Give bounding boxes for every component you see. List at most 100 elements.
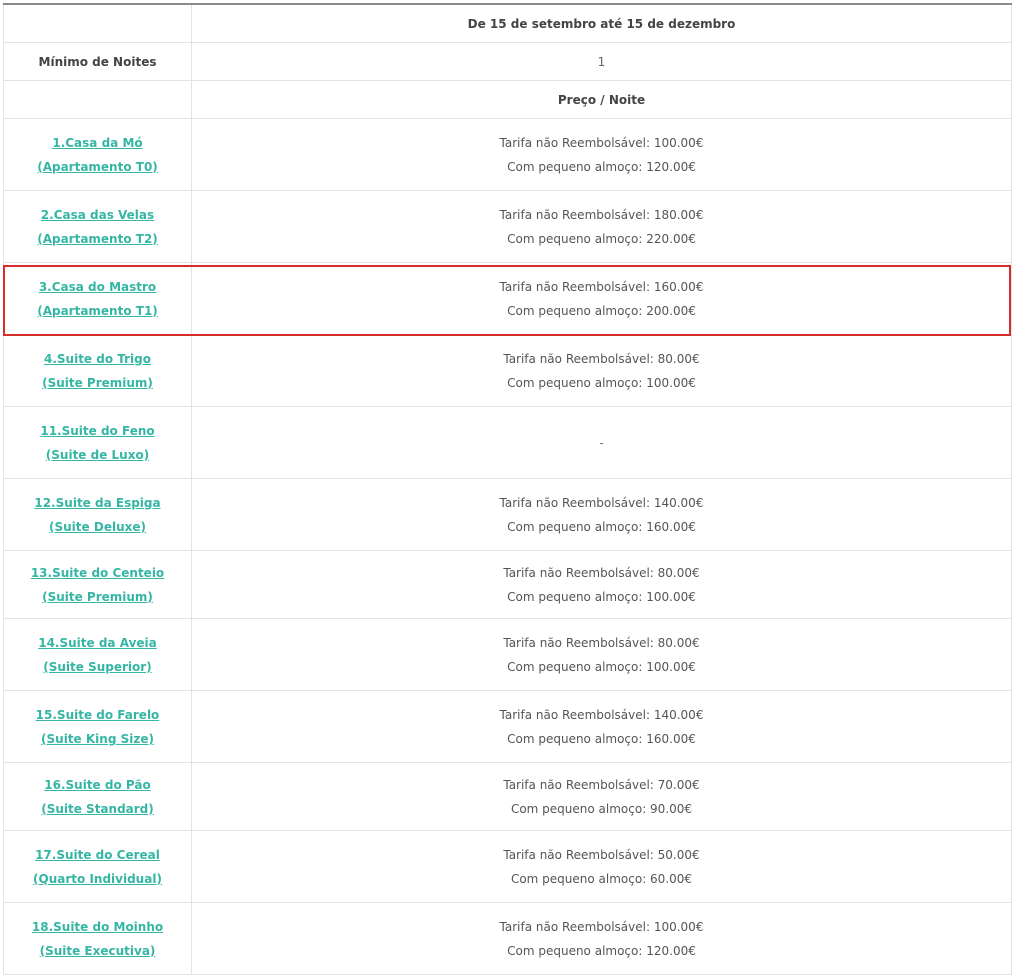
room-cell: 17.Suite do Cereal (Quarto Individual) <box>3 830 192 903</box>
rate-non-refundable: Tarifa não Reembolsável: 70.00€ <box>503 777 700 792</box>
room-name: 18.Suite do Moinho <box>31 919 164 934</box>
room-row: 14.Suite da Aveia (Suite Superior) Tarif… <box>3 618 1012 691</box>
rate-non-refundable: Tarifa não Reembolsável: 80.00€ <box>503 565 700 580</box>
room-link[interactable]: 1.Casa da Mó (Apartamento T0) <box>37 131 158 179</box>
room-cell: 16.Suite do Pão (Suite Standard) <box>3 762 192 831</box>
rate-with-breakfast: Com pequeno almoço: 200.00€ <box>507 303 696 318</box>
rate-with-breakfast: Com pequeno almoço: 100.00€ <box>507 375 696 390</box>
room-type: (Apartamento T0) <box>37 159 158 174</box>
room-cell: 12.Suite da Espiga (Suite Deluxe) <box>3 478 192 551</box>
rate-cell: Tarifa não Reembolsável: 140.00€ Com peq… <box>191 478 1012 551</box>
room-row: 1.Casa da Mó (Apartamento T0) Tarifa não… <box>3 118 1012 191</box>
room-cell: 13.Suite do Centeio (Suite Premium) <box>3 550 192 619</box>
room-link[interactable]: 16.Suite do Pão (Suite Standard) <box>41 773 154 821</box>
rate-cell: Tarifa não Reembolsável: 70.00€ Com pequ… <box>191 762 1012 831</box>
room-row: 17.Suite do Cereal (Quarto Individual) T… <box>3 830 1012 903</box>
room-type: (Suite de Luxo) <box>45 447 150 462</box>
room-name: 3.Casa do Mastro <box>38 279 157 294</box>
room-type: (Suite Premium) <box>42 375 153 390</box>
rate-non-refundable: Tarifa não Reembolsável: 100.00€ <box>499 919 704 934</box>
room-name: 15.Suite do Farelo <box>35 707 160 722</box>
room-type: (Suite Executiva) <box>39 943 156 958</box>
room-name: 2.Casa das Velas <box>40 207 155 222</box>
room-name: 14.Suite da Aveia <box>38 635 157 650</box>
room-row: 12.Suite da Espiga (Suite Deluxe) Tarifa… <box>3 478 1012 551</box>
rate-cell: Tarifa não Reembolsável: 140.00€ Com peq… <box>191 690 1012 763</box>
room-row: 18.Suite do Moinho (Suite Executiva) Tar… <box>3 902 1012 975</box>
rate-non-refundable: Tarifa não Reembolsável: 140.00€ <box>499 495 704 510</box>
room-row: 16.Suite do Pão (Suite Standard) Tarifa … <box>3 762 1012 831</box>
room-link[interactable]: 3.Casa do Mastro (Apartamento T1) <box>37 275 158 323</box>
rate-cell: - <box>191 406 1012 479</box>
rate-cell: Tarifa não Reembolsável: 80.00€ Com pequ… <box>191 334 1012 407</box>
room-row-highlighted: 3.Casa do Mastro (Apartamento T1) Tarifa… <box>3 262 1012 335</box>
rate-cell: Tarifa não Reembolsável: 100.00€ Com peq… <box>191 118 1012 191</box>
empty-header-cell <box>3 3 192 43</box>
room-cell: 11.Suite do Feno (Suite de Luxo) <box>3 406 192 479</box>
room-cell: 1.Casa da Mó (Apartamento T0) <box>3 118 192 191</box>
room-name: 4.Suite do Trigo <box>43 351 151 366</box>
min-nights-label: Mínimo de Noites <box>3 42 192 81</box>
room-row: 13.Suite do Centeio (Suite Premium) Tari… <box>3 550 1012 619</box>
rate-with-breakfast: Com pequeno almoço: 100.00€ <box>507 589 696 604</box>
rate-non-refundable: Tarifa não Reembolsável: 160.00€ <box>499 279 704 294</box>
room-cell: 2.Casa das Velas (Apartamento T2) <box>3 190 192 263</box>
min-nights-row: Mínimo de Noites 1 <box>3 42 1012 81</box>
page: De 15 de setembro até 15 de dezembro Mín… <box>0 0 1024 976</box>
price-header: Preço / Noite <box>191 80 1012 119</box>
rate-with-breakfast: Com pequeno almoço: 120.00€ <box>507 159 696 174</box>
rate-cell: Tarifa não Reembolsável: 50.00€ Com pequ… <box>191 830 1012 903</box>
room-row: 2.Casa das Velas (Apartamento T2) Tarifa… <box>3 190 1012 263</box>
room-row: 11.Suite do Feno (Suite de Luxo) - <box>3 406 1012 479</box>
room-link[interactable]: 15.Suite do Farelo (Suite King Size) <box>36 703 160 751</box>
price-header-row: Preço / Noite <box>3 80 1012 119</box>
room-link[interactable]: 4.Suite do Trigo (Suite Premium) <box>42 347 153 395</box>
room-row: 15.Suite do Farelo (Suite King Size) Tar… <box>3 690 1012 763</box>
rate-with-breakfast: Com pequeno almoço: 120.00€ <box>507 943 696 958</box>
rate-with-breakfast: Com pequeno almoço: 90.00€ <box>510 801 693 816</box>
empty-price-label-cell <box>3 80 192 119</box>
rate-cell: Tarifa não Reembolsável: 80.00€ Com pequ… <box>191 618 1012 691</box>
rate-non-refundable: Tarifa não Reembolsável: 180.00€ <box>499 207 704 222</box>
rate-cell: Tarifa não Reembolsável: 80.00€ Com pequ… <box>191 550 1012 619</box>
room-cell: 15.Suite do Farelo (Suite King Size) <box>3 690 192 763</box>
room-link[interactable]: 14.Suite da Aveia (Suite Superior) <box>38 631 157 679</box>
rate-cell: Tarifa não Reembolsável: 160.00€ Com peq… <box>191 262 1012 335</box>
rate-cell: Tarifa não Reembolsável: 180.00€ Com peq… <box>191 190 1012 263</box>
room-name: 17.Suite do Cereal <box>35 847 160 862</box>
period-header: De 15 de setembro até 15 de dezembro <box>191 3 1012 43</box>
room-cell: 18.Suite do Moinho (Suite Executiva) <box>3 902 192 975</box>
room-link[interactable]: 13.Suite do Centeio (Suite Premium) <box>31 561 164 609</box>
rate-with-breakfast: Com pequeno almoço: 160.00€ <box>507 519 696 534</box>
room-type: (Suite Superior) <box>43 659 152 674</box>
room-link[interactable]: 18.Suite do Moinho (Suite Executiva) <box>32 915 163 963</box>
room-name: 12.Suite da Espiga <box>34 495 161 510</box>
room-name: 16.Suite do Pão <box>44 777 151 792</box>
room-link[interactable]: 12.Suite da Espiga (Suite Deluxe) <box>34 491 160 539</box>
room-type: (Apartamento T1) <box>37 303 158 318</box>
unavailable-dash: - <box>599 435 604 450</box>
rate-non-refundable: Tarifa não Reembolsável: 80.00€ <box>503 635 700 650</box>
rate-with-breakfast: Com pequeno almoço: 60.00€ <box>510 871 693 886</box>
room-cell: 14.Suite da Aveia (Suite Superior) <box>3 618 192 691</box>
room-type: (Suite Premium) <box>42 589 153 604</box>
room-type: (Apartamento T2) <box>37 231 158 246</box>
rate-cell: Tarifa não Reembolsável: 100.00€ Com peq… <box>191 902 1012 975</box>
room-link[interactable]: 2.Casa das Velas (Apartamento T2) <box>37 203 158 251</box>
room-row: 4.Suite do Trigo (Suite Premium) Tarifa … <box>3 334 1012 407</box>
rate-with-breakfast: Com pequeno almoço: 160.00€ <box>507 731 696 746</box>
room-cell: 3.Casa do Mastro (Apartamento T1) <box>3 262 192 335</box>
room-cell: 4.Suite do Trigo (Suite Premium) <box>3 334 192 407</box>
min-nights-value: 1 <box>191 42 1012 81</box>
room-link[interactable]: 11.Suite do Feno (Suite de Luxo) <box>40 419 154 467</box>
rate-non-refundable: Tarifa não Reembolsável: 100.00€ <box>499 135 704 150</box>
room-type: (Suite King Size) <box>41 731 154 746</box>
room-link[interactable]: 17.Suite do Cereal (Quarto Individual) <box>33 843 162 891</box>
rate-non-refundable: Tarifa não Reembolsável: 80.00€ <box>503 351 700 366</box>
rate-non-refundable: Tarifa não Reembolsável: 140.00€ <box>499 707 704 722</box>
room-type: (Suite Deluxe) <box>49 519 146 534</box>
period-header-row: De 15 de setembro até 15 de dezembro <box>3 3 1012 43</box>
room-type: (Suite Standard) <box>41 801 154 816</box>
room-name: 1.Casa da Mó <box>52 135 143 150</box>
room-name: 13.Suite do Centeio <box>30 565 165 580</box>
